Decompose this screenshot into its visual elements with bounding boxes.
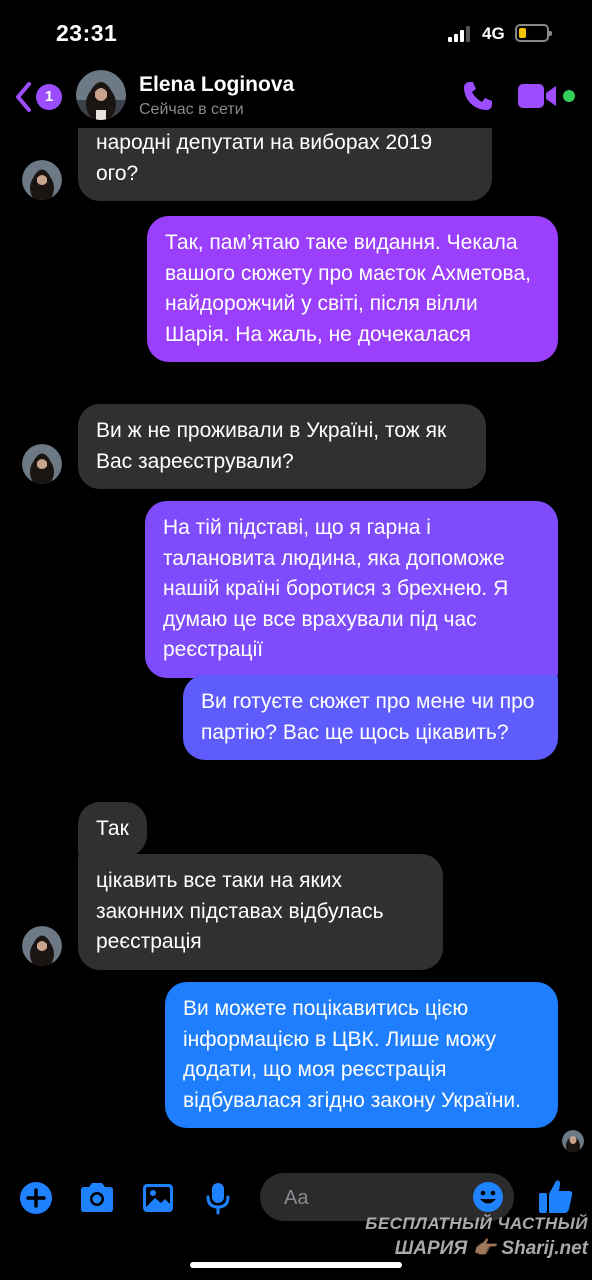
sender-avatar [22, 444, 62, 484]
message-incoming[interactable]: цікавить все таки на яких законних підст… [78, 854, 443, 970]
contact-avatar[interactable] [76, 70, 126, 120]
status-bar: 23:31 4G [0, 0, 592, 64]
sender-avatar [22, 926, 62, 966]
message-incoming[interactable]: народні депутати на виборах 2019 ого? [78, 128, 492, 201]
sender-avatar [22, 160, 62, 200]
more-actions-button[interactable] [18, 1180, 54, 1216]
watermark-line-1: БЕСПЛАТНЫЙ ЧАСТНЫЙ [365, 1214, 588, 1233]
message-outgoing[interactable]: На тій підставі, що я гарна і талановита… [145, 501, 558, 678]
online-indicator [563, 90, 575, 102]
like-button[interactable] [536, 1176, 576, 1216]
gallery-button[interactable] [140, 1180, 176, 1216]
video-camera-icon [518, 84, 556, 108]
emoji-button[interactable] [472, 1181, 504, 1213]
home-indicator[interactable] [190, 1262, 402, 1268]
watermark: БЕСПЛАТНЫЙ ЧАСТНЫЙ ШАРИЯ 👉🏽 Sharij.net [360, 1214, 588, 1260]
network-type: 4G [482, 24, 505, 43]
message-incoming[interactable]: Так [78, 802, 147, 857]
battery-icon [515, 24, 552, 42]
gallery-icon [143, 1184, 173, 1212]
chat-header: 1 Elena Loginova Сейчас в сети [0, 64, 592, 128]
signal-strength-icon [448, 26, 474, 42]
phone-icon [464, 82, 492, 110]
read-receipt-avatar [562, 1130, 584, 1152]
camera-button[interactable] [78, 1180, 114, 1216]
thumbs-up-icon [539, 1180, 573, 1213]
message-outgoing[interactable]: Так, пам’ятаю таке видання. Чекала вашог… [147, 216, 558, 362]
message-list[interactable]: народні депутати на виборах 2019 ого? Та… [0, 128, 592, 1158]
video-call-button[interactable] [518, 82, 558, 110]
plus-icon [20, 1182, 52, 1214]
status-time: 23:31 [56, 20, 118, 46]
voice-message-button[interactable] [200, 1180, 236, 1216]
watermark-line-2: ШАРИЯ 👉🏽 Sharij.net [394, 1238, 588, 1259]
back-chevron-icon [16, 82, 31, 112]
unread-count-badge: 1 [36, 84, 62, 110]
message-incoming[interactable]: Ви ж не проживали в Україні, тож як Вас … [78, 404, 486, 489]
microphone-icon [206, 1183, 230, 1215]
camera-icon [81, 1183, 113, 1212]
contact-name[interactable]: Elena Loginova [139, 73, 294, 97]
message-outgoing[interactable]: Ви можете поцікавитись цією інформацією … [165, 982, 558, 1128]
back-button[interactable]: 1 [14, 80, 64, 114]
emoji-icon [473, 1182, 503, 1212]
contact-status: Сейчас в сети [139, 101, 244, 118]
call-button[interactable] [460, 78, 496, 114]
message-outgoing[interactable]: Ви готуєте сюжет про мене чи про партію?… [183, 675, 558, 760]
